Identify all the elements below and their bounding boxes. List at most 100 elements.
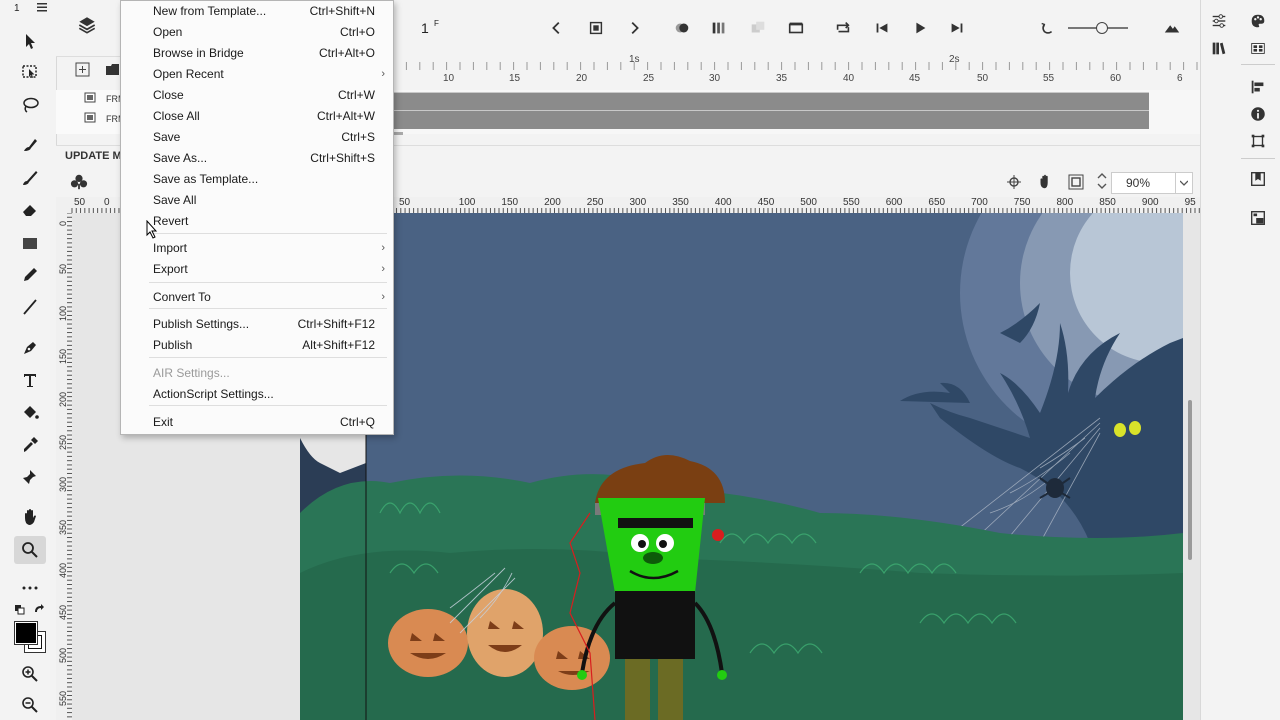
layers-icon[interactable] bbox=[76, 14, 102, 40]
panel-menu-icon[interactable] bbox=[37, 1, 51, 13]
step-back-icon[interactable] bbox=[870, 16, 894, 40]
center-frame-icon[interactable] bbox=[1036, 16, 1060, 40]
snap-icon[interactable] bbox=[1006, 174, 1022, 190]
chevron-down-icon[interactable] bbox=[1175, 173, 1192, 193]
layer-track[interactable] bbox=[393, 110, 1149, 129]
zoom-tool-icon[interactable] bbox=[14, 536, 46, 564]
symbol-icon[interactable] bbox=[70, 173, 88, 191]
submenu-chevron-icon: › bbox=[381, 242, 385, 254]
frame-picker-icon[interactable] bbox=[1245, 166, 1271, 192]
menu-item[interactable]: ActionScript Settings... bbox=[153, 384, 375, 404]
menu-item[interactable]: New from Template... Ctrl+Shift+N bbox=[153, 1, 375, 21]
eraser-tool-icon[interactable] bbox=[14, 196, 46, 224]
zoom-select[interactable]: 90% bbox=[1111, 172, 1193, 194]
rectangle-tool-icon[interactable] bbox=[14, 229, 46, 257]
layer-track[interactable] bbox=[393, 92, 1149, 111]
mountain-zoom-icon[interactable] bbox=[1160, 16, 1184, 40]
scene-label[interactable]: UPDATE M bbox=[65, 150, 122, 162]
menu-item[interactable]: Publish Settings... Ctrl+Shift+F12 bbox=[153, 314, 375, 334]
align-icon[interactable] bbox=[1245, 74, 1271, 100]
new-layer-icon[interactable] bbox=[75, 62, 91, 78]
menu-item-label: Save as Template... bbox=[153, 172, 259, 186]
swap-colors-icon[interactable] bbox=[33, 604, 45, 616]
menu-item: AIR Settings... bbox=[153, 363, 375, 383]
library-icon[interactable] bbox=[1206, 35, 1232, 61]
components-icon[interactable] bbox=[1245, 205, 1271, 231]
color-palette-icon[interactable] bbox=[1245, 8, 1271, 34]
loop-playback-icon[interactable] bbox=[831, 16, 855, 40]
timeline-zoom-handle[interactable] bbox=[1096, 22, 1108, 34]
menu-item[interactable]: Revert bbox=[153, 211, 375, 231]
info-icon[interactable] bbox=[1245, 101, 1271, 127]
more-tools-icon[interactable] bbox=[14, 574, 46, 602]
brush-tool-icon[interactable] bbox=[14, 164, 46, 192]
selection-tool-icon[interactable] bbox=[14, 27, 46, 55]
insert-keyframe-icon[interactable] bbox=[584, 16, 608, 40]
loop-icon[interactable] bbox=[784, 16, 808, 40]
stage-scrollbar[interactable] bbox=[1188, 400, 1192, 560]
submenu-chevron-icon: › bbox=[381, 291, 385, 303]
menu-item-label: Open bbox=[153, 25, 183, 39]
ruler-number: 200 bbox=[58, 391, 68, 407]
ruler-number: 150 bbox=[501, 197, 519, 208]
menu-item-shortcut: Ctrl+W bbox=[338, 88, 375, 102]
ruler-number: 550 bbox=[843, 197, 860, 208]
line-tool-icon[interactable] bbox=[14, 293, 46, 321]
stage-canvas[interactable] bbox=[300, 213, 1183, 720]
menu-item[interactable]: Close All Ctrl+Alt+W bbox=[153, 106, 375, 126]
rotate-stage-icon[interactable] bbox=[1036, 173, 1054, 191]
menu-item-shortcut: Ctrl+Shift+N bbox=[309, 4, 375, 18]
default-colors-icon[interactable] bbox=[15, 604, 25, 615]
properties-icon[interactable] bbox=[1206, 8, 1232, 34]
menu-item[interactable]: Save Ctrl+S bbox=[153, 127, 375, 147]
onion-skin-outlines-icon[interactable] bbox=[707, 16, 731, 40]
next-keyframe-icon[interactable] bbox=[622, 16, 646, 40]
menu-item-shortcut: Ctrl+Alt+O bbox=[318, 46, 375, 60]
swatches-icon[interactable] bbox=[1245, 35, 1271, 61]
zoom-stepper-icon[interactable] bbox=[1096, 170, 1108, 192]
menu-separator bbox=[149, 308, 387, 309]
onion-skin-icon[interactable] bbox=[670, 16, 694, 40]
step-forward-icon[interactable] bbox=[945, 16, 969, 40]
transform-icon[interactable] bbox=[1245, 128, 1271, 154]
stroke-color-swatch[interactable] bbox=[14, 621, 38, 645]
eyedropper-tool-icon[interactable] bbox=[14, 431, 46, 459]
clip-content-icon[interactable] bbox=[1068, 174, 1084, 190]
text-tool-icon[interactable] bbox=[14, 366, 46, 394]
menu-item[interactable]: Convert To › bbox=[153, 287, 385, 307]
menu-item[interactable]: Open Ctrl+O bbox=[153, 22, 375, 42]
menu-item[interactable]: Import › bbox=[153, 238, 385, 258]
lasso-tool-icon[interactable] bbox=[14, 91, 46, 119]
subselection-tool-icon[interactable] bbox=[14, 58, 46, 86]
paint-bucket-tool-icon[interactable] bbox=[14, 398, 46, 426]
menu-item[interactable]: Export › bbox=[153, 259, 385, 279]
menu-item-label: AIR Settings... bbox=[153, 366, 230, 380]
menu-item[interactable]: Browse in Bridge Ctrl+Alt+O bbox=[153, 43, 375, 63]
play-icon[interactable] bbox=[908, 16, 932, 40]
fluid-brush-tool-icon[interactable] bbox=[14, 131, 46, 159]
pin-tool-icon[interactable] bbox=[14, 463, 46, 491]
menu-item[interactable]: Publish Alt+Shift+F12 bbox=[153, 335, 375, 355]
menu-item[interactable]: Exit Ctrl+Q bbox=[153, 412, 375, 432]
timeline-scrollbar[interactable] bbox=[393, 132, 403, 135]
new-folder-icon[interactable] bbox=[105, 62, 121, 78]
menu-item[interactable]: Close Ctrl+W bbox=[153, 85, 375, 105]
zoom-out-icon[interactable] bbox=[14, 691, 46, 719]
current-frame[interactable]: 1 bbox=[421, 20, 429, 36]
menu-item[interactable]: Open Recent › bbox=[153, 64, 385, 84]
ruler-number: 700 bbox=[971, 197, 988, 208]
ruler-number: 250 bbox=[586, 197, 604, 208]
frame-suffix: F bbox=[434, 19, 439, 28]
frame-ruler[interactable]: 10 15 20 25 30 35 40 45 50 55 60 6 1s 2s bbox=[393, 54, 1200, 91]
menu-item[interactable]: Save as Template... bbox=[153, 169, 375, 189]
previous-keyframe-icon[interactable] bbox=[545, 16, 569, 40]
edit-multiple-frames-icon[interactable] bbox=[746, 16, 770, 40]
zoom-in-icon[interactable] bbox=[14, 660, 46, 688]
menu-item[interactable]: Save As... Ctrl+Shift+S bbox=[153, 148, 375, 168]
hand-tool-icon[interactable] bbox=[14, 503, 46, 531]
pencil-tool-icon[interactable] bbox=[14, 261, 46, 289]
menu-item-label: Save As... bbox=[153, 151, 208, 165]
menu-item[interactable]: Save All bbox=[153, 190, 375, 210]
timeline-tracks[interactable] bbox=[393, 90, 1200, 135]
pen-tool-icon[interactable] bbox=[14, 334, 46, 362]
